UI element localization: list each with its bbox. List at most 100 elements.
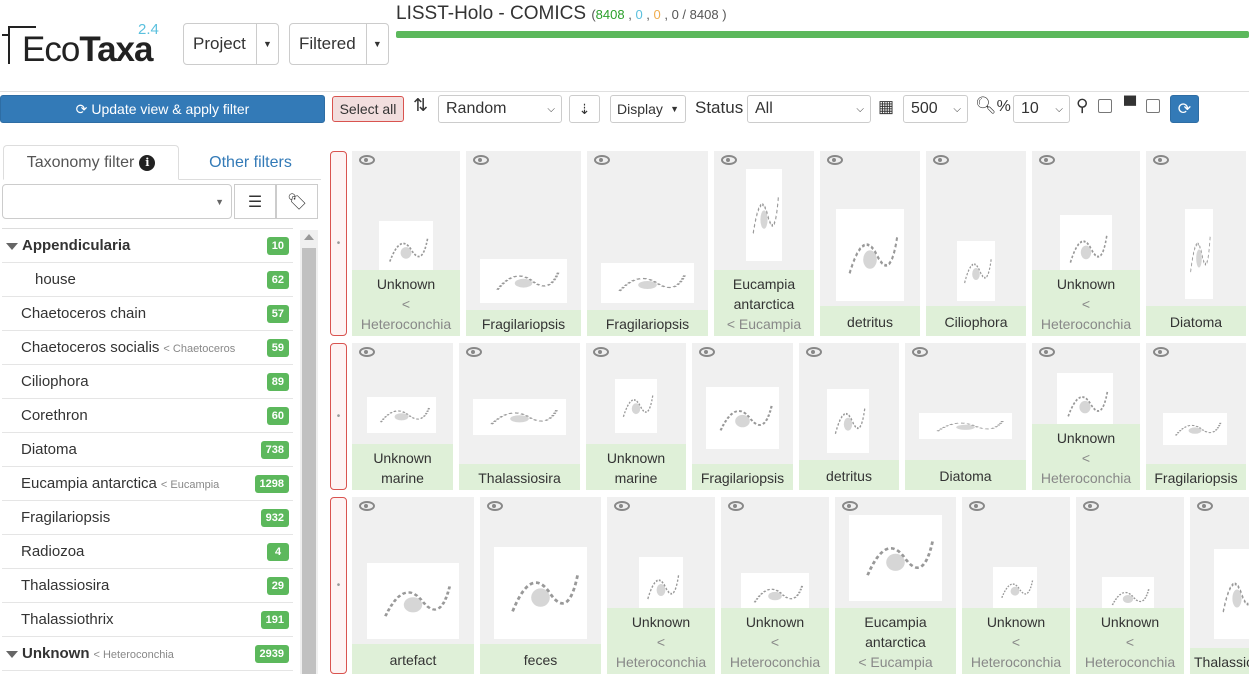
object-image[interactable] — [849, 515, 942, 601]
object-image[interactable] — [1185, 209, 1213, 299]
scrollbar-thumb[interactable] — [302, 248, 316, 674]
taxonomy-scrollbar[interactable] — [300, 230, 318, 674]
object-card[interactable]: Unknown < Heteroconchia — [1032, 151, 1140, 336]
object-card[interactable]: Diatoma — [1146, 151, 1246, 336]
object-card[interactable]: artefact — [352, 497, 474, 674]
taxonomy-item[interactable]: Thalassiothrix 191 — [2, 603, 293, 637]
comment-checkbox[interactable] — [1146, 99, 1160, 113]
object-card[interactable]: Thalassiosira — [459, 343, 580, 490]
select-all-button[interactable]: Select all — [332, 96, 404, 122]
object-image[interactable] — [480, 259, 567, 303]
object-card[interactable]: Eucampia antarctica < Eucampia — [714, 151, 814, 336]
object-image[interactable] — [957, 241, 995, 301]
eye-icon[interactable] — [699, 345, 715, 360]
eye-icon[interactable] — [1039, 153, 1055, 168]
taxonomy-item[interactable]: Corethron 60 — [2, 399, 293, 433]
row-select-handle[interactable]: • — [330, 151, 347, 336]
object-card[interactable]: detritus — [820, 151, 920, 336]
object-card[interactable]: Fragilariopsis — [692, 343, 793, 490]
object-card[interactable]: Unknown < Heteroconchia — [962, 497, 1070, 674]
object-image[interactable] — [746, 169, 782, 261]
object-card[interactable]: Ciliophora — [926, 151, 1026, 336]
eye-icon[interactable] — [1039, 345, 1055, 360]
object-card[interactable]: detritus — [799, 343, 899, 490]
sort-select[interactable]: Random ⌵ — [438, 95, 562, 123]
object-card[interactable]: Unknown < Heteroconchia — [607, 497, 715, 674]
eye-icon[interactable] — [721, 153, 737, 168]
status-select[interactable]: All ⌵ — [747, 95, 871, 123]
eye-icon[interactable] — [487, 499, 503, 514]
object-card[interactable]: Unknown marine — [352, 343, 453, 490]
scroll-up-icon[interactable] — [304, 234, 314, 240]
tab-other-filters[interactable]: Other filters — [203, 145, 298, 180]
object-card[interactable]: Unknown < Heteroconchia — [721, 497, 829, 674]
update-view-button[interactable]: ⟳ Update view & apply filter — [0, 95, 325, 123]
object-image[interactable] — [993, 567, 1037, 611]
ecotaxa-logo[interactable]: EcoTaxa 2.4 — [2, 21, 176, 70]
eye-icon[interactable] — [473, 153, 489, 168]
sort-direction-button[interactable]: ⇣ — [569, 95, 600, 123]
taxonomy-item[interactable]: Radiozoa 4 — [2, 535, 293, 569]
object-image[interactable] — [706, 387, 779, 449]
refresh-button[interactable]: ⟳ — [1170, 95, 1199, 123]
list-view-button[interactable]: ☰ — [234, 184, 276, 219]
object-image[interactable] — [615, 379, 657, 433]
object-image[interactable] — [827, 389, 869, 453]
taxonomy-item[interactable]: Chaetoceros chain 57 — [2, 297, 293, 331]
eye-icon[interactable] — [1197, 499, 1213, 514]
display-menu-button[interactable]: Display ▼ — [610, 95, 686, 123]
eye-icon[interactable] — [359, 153, 375, 168]
object-image[interactable] — [367, 563, 459, 639]
taxonomy-item[interactable]: Chaetoceros socialis < Chaetoceros 59 — [2, 331, 293, 365]
filtered-menu-button[interactable]: Filtered ▼ — [289, 23, 389, 65]
object-card[interactable]: Unknown marine — [586, 343, 686, 490]
project-menu-button[interactable]: Project ▼ — [183, 23, 279, 65]
eye-icon[interactable] — [1153, 153, 1169, 168]
eye-icon[interactable] — [594, 153, 610, 168]
taxonomy-item[interactable]: Diatoma 738 — [2, 433, 293, 467]
object-image[interactable] — [836, 209, 904, 301]
object-card[interactable]: Diatoma — [905, 343, 1026, 490]
taxonomy-item[interactable]: Unknown < Heteroconchia 2939 — [2, 637, 293, 671]
eye-icon[interactable] — [466, 345, 482, 360]
object-card[interactable]: Unknown < Heteroconchia — [352, 151, 460, 336]
object-image[interactable] — [367, 397, 436, 433]
expand-triangle-icon[interactable] — [6, 650, 18, 658]
object-card[interactable]: Unknown < Heteroconchia — [1032, 343, 1140, 490]
object-card[interactable]: Fragilariopsis — [1146, 343, 1246, 490]
taxonomy-item[interactable]: Fragilariopsis 932 — [2, 501, 293, 535]
eye-icon[interactable] — [1153, 345, 1169, 360]
page-size-select[interactable]: 500 ⌵ — [903, 95, 968, 123]
tab-taxonomy-filter[interactable]: Taxonomy filter i — [3, 145, 179, 180]
eye-icon[interactable] — [806, 345, 822, 360]
taxonomy-item[interactable]: Eucampia antarctica < Eucampia 1298 — [2, 467, 293, 501]
taxonomy-item[interactable]: Thalassiosira 29 — [2, 569, 293, 603]
taxonomy-item[interactable]: Ciliophora 89 — [2, 365, 293, 399]
zoom-select[interactable]: 10 ⌵ — [1013, 95, 1070, 123]
taxonomy-item[interactable]: Appendicularia 10 — [2, 229, 293, 263]
search-checkbox[interactable] — [1098, 99, 1112, 113]
taxonomy-item[interactable]: house 62 — [2, 263, 293, 297]
eye-icon[interactable] — [359, 499, 375, 514]
object-card[interactable]: feces — [480, 497, 601, 674]
object-card[interactable]: Eucampia antarctica < Eucampia — [835, 497, 956, 674]
eye-icon[interactable] — [827, 153, 843, 168]
sort-order-icon[interactable]: ⇅ — [413, 95, 428, 116]
object-card[interactable]: Fragilariopsis — [466, 151, 581, 336]
eye-icon[interactable] — [842, 499, 858, 514]
object-image[interactable] — [1163, 413, 1227, 445]
object-image[interactable] — [601, 263, 694, 303]
expand-triangle-icon[interactable] — [6, 242, 18, 250]
object-image[interactable] — [494, 547, 587, 639]
row-select-handle[interactable]: • — [330, 343, 347, 490]
row-select-handle[interactable]: • — [330, 497, 347, 674]
object-image[interactable] — [473, 399, 566, 435]
object-card[interactable]: Unknown < Heteroconchia — [1076, 497, 1184, 674]
taxonomy-search-select[interactable]: ▼ — [2, 184, 232, 219]
eye-icon[interactable] — [912, 345, 928, 360]
eye-icon[interactable] — [969, 499, 985, 514]
eye-icon[interactable] — [1083, 499, 1099, 514]
eye-icon[interactable] — [359, 345, 375, 360]
eye-icon[interactable] — [933, 153, 949, 168]
object-card[interactable]: Thalassiothrix — [1190, 497, 1249, 674]
